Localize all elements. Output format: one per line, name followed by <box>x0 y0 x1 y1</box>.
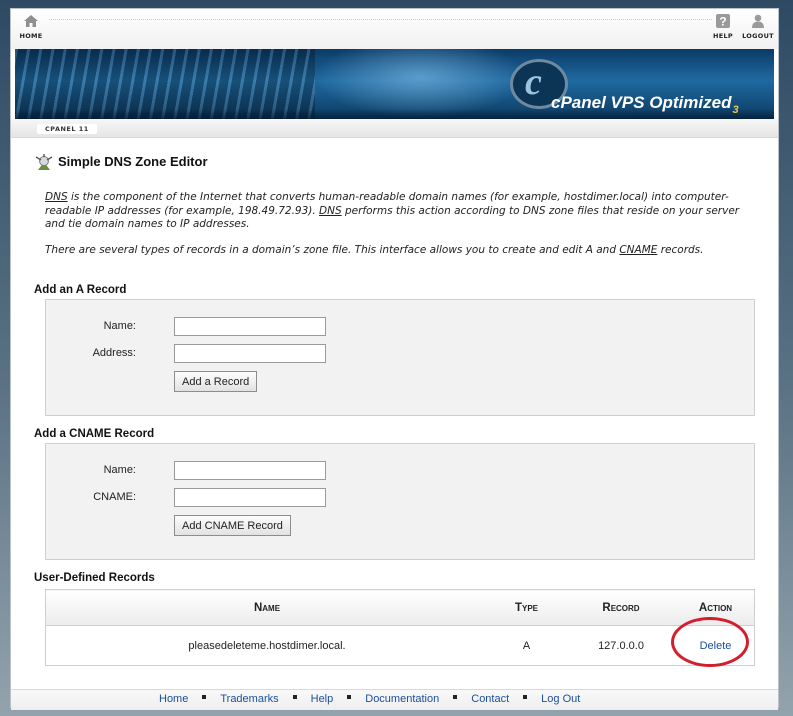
a-record-panel: Name: Address: Add a Record <box>45 299 755 416</box>
dns-abbr-2: DNS <box>319 204 342 217</box>
column-header-action: Action <box>677 589 755 626</box>
a-name-input[interactable] <box>174 317 326 336</box>
user-records-section-title: User-Defined Records <box>34 572 155 584</box>
home-button[interactable]: HOME <box>13 13 49 40</box>
cname-target-label: CNAME: <box>93 491 136 503</box>
footer-link-contact[interactable]: Contact <box>471 693 509 705</box>
svg-text:?: ? <box>719 15 726 29</box>
top-navigation: HOME ? HELP LOGOUT <box>11 9 778 49</box>
a-name-label: Name: <box>103 320 136 332</box>
cname-name-input[interactable] <box>174 461 326 480</box>
a-address-input[interactable] <box>174 344 326 363</box>
footer-link-help[interactable]: Help <box>311 693 334 705</box>
column-header-record: Record <box>565 589 677 626</box>
home-icon <box>24 15 38 27</box>
footer-separator <box>292 695 297 699</box>
dns-abbr: DNS <box>45 191 68 203</box>
footer-links: Home Trademarks Help Documentation Contact Lo… <box>159 693 580 705</box>
table-row: pleasedeleteme.hostdimer.local. A 127.0.… <box>46 626 755 666</box>
cpanel-logo-text: cPanel VPS Optimized3 <box>551 93 739 116</box>
breadcrumb-bar: CPANEL 11 <box>11 119 778 138</box>
footer-link-logout[interactable]: Log Out <box>541 693 580 705</box>
records-description-text: There are several types of records in a … <box>45 244 620 256</box>
home-label: HOME <box>19 32 43 40</box>
help-icon: ? <box>716 14 730 29</box>
record-value-cell: 127.0.0.0 <box>598 639 644 652</box>
cpanel-window: HOME ? HELP LOGOUT c cPanel VPS Optimize… <box>10 8 779 710</box>
add-a-record-button[interactable]: Add a Record <box>174 371 258 392</box>
table-header-row: Name Type Record Action <box>45 589 755 626</box>
nav-divider <box>49 19 712 21</box>
column-header-name: Name <box>45 589 488 626</box>
cname-target-input[interactable] <box>174 488 326 507</box>
footer-link-home[interactable]: Home <box>159 693 188 705</box>
cpanel-logo-letter: c <box>525 61 542 103</box>
column-header-type: Type <box>488 589 565 626</box>
help-label: HELP <box>713 32 733 40</box>
footer: Home Trademarks Help Documentation Contact Lo… <box>11 689 778 710</box>
footer-link-documentation[interactable]: Documentation <box>365 693 439 705</box>
logout-label: LOGOUT <box>742 32 774 40</box>
dns-zone-icon <box>35 154 53 170</box>
record-name-cell: pleasedeleteme.hostdimer.local. <box>188 639 346 652</box>
logout-button[interactable]: LOGOUT <box>740 13 776 40</box>
product-name: VPS Optimized <box>610 93 732 112</box>
cname-record-panel: Name: CNAME: Add CNAME Record <box>45 443 755 560</box>
delete-record-link[interactable]: Delete <box>700 640 732 652</box>
header-banner: c cPanel VPS Optimized3 <box>15 49 774 119</box>
cname-abbr: CNAME <box>619 244 658 256</box>
record-action-cell: Delete <box>677 626 755 666</box>
record-type-cell: A <box>522 639 531 652</box>
footer-separator <box>523 695 528 699</box>
a-address-label: Address: <box>92 347 136 359</box>
help-button[interactable]: ? HELP <box>705 13 741 40</box>
cname-name-label: Name: <box>103 464 136 476</box>
add-cname-record-button[interactable]: Add CNAME Record <box>174 515 291 536</box>
a-record-section-title: Add an A Record <box>34 284 127 296</box>
brand-name: cPanel <box>551 93 606 112</box>
product-version: 3 <box>732 104 739 116</box>
footer-link-trademarks[interactable]: Trademarks <box>220 693 278 705</box>
user-records-table: Name Type Record Action pleasedeleteme.h… <box>45 589 755 666</box>
cname-record-section-title: Add a CNAME Record <box>34 428 155 440</box>
footer-separator <box>202 695 207 699</box>
footer-separator <box>347 695 352 699</box>
records-description-text-2: records. <box>657 244 704 256</box>
dns-description: DNS is the component of the Internet tha… <box>45 191 745 232</box>
logout-user-icon <box>752 14 764 28</box>
records-description: There are several types of records in a … <box>45 244 745 258</box>
breadcrumb[interactable]: CPANEL 11 <box>37 124 97 134</box>
footer-separator <box>453 695 458 699</box>
page-title: Simple DNS Zone Editor <box>58 154 208 169</box>
